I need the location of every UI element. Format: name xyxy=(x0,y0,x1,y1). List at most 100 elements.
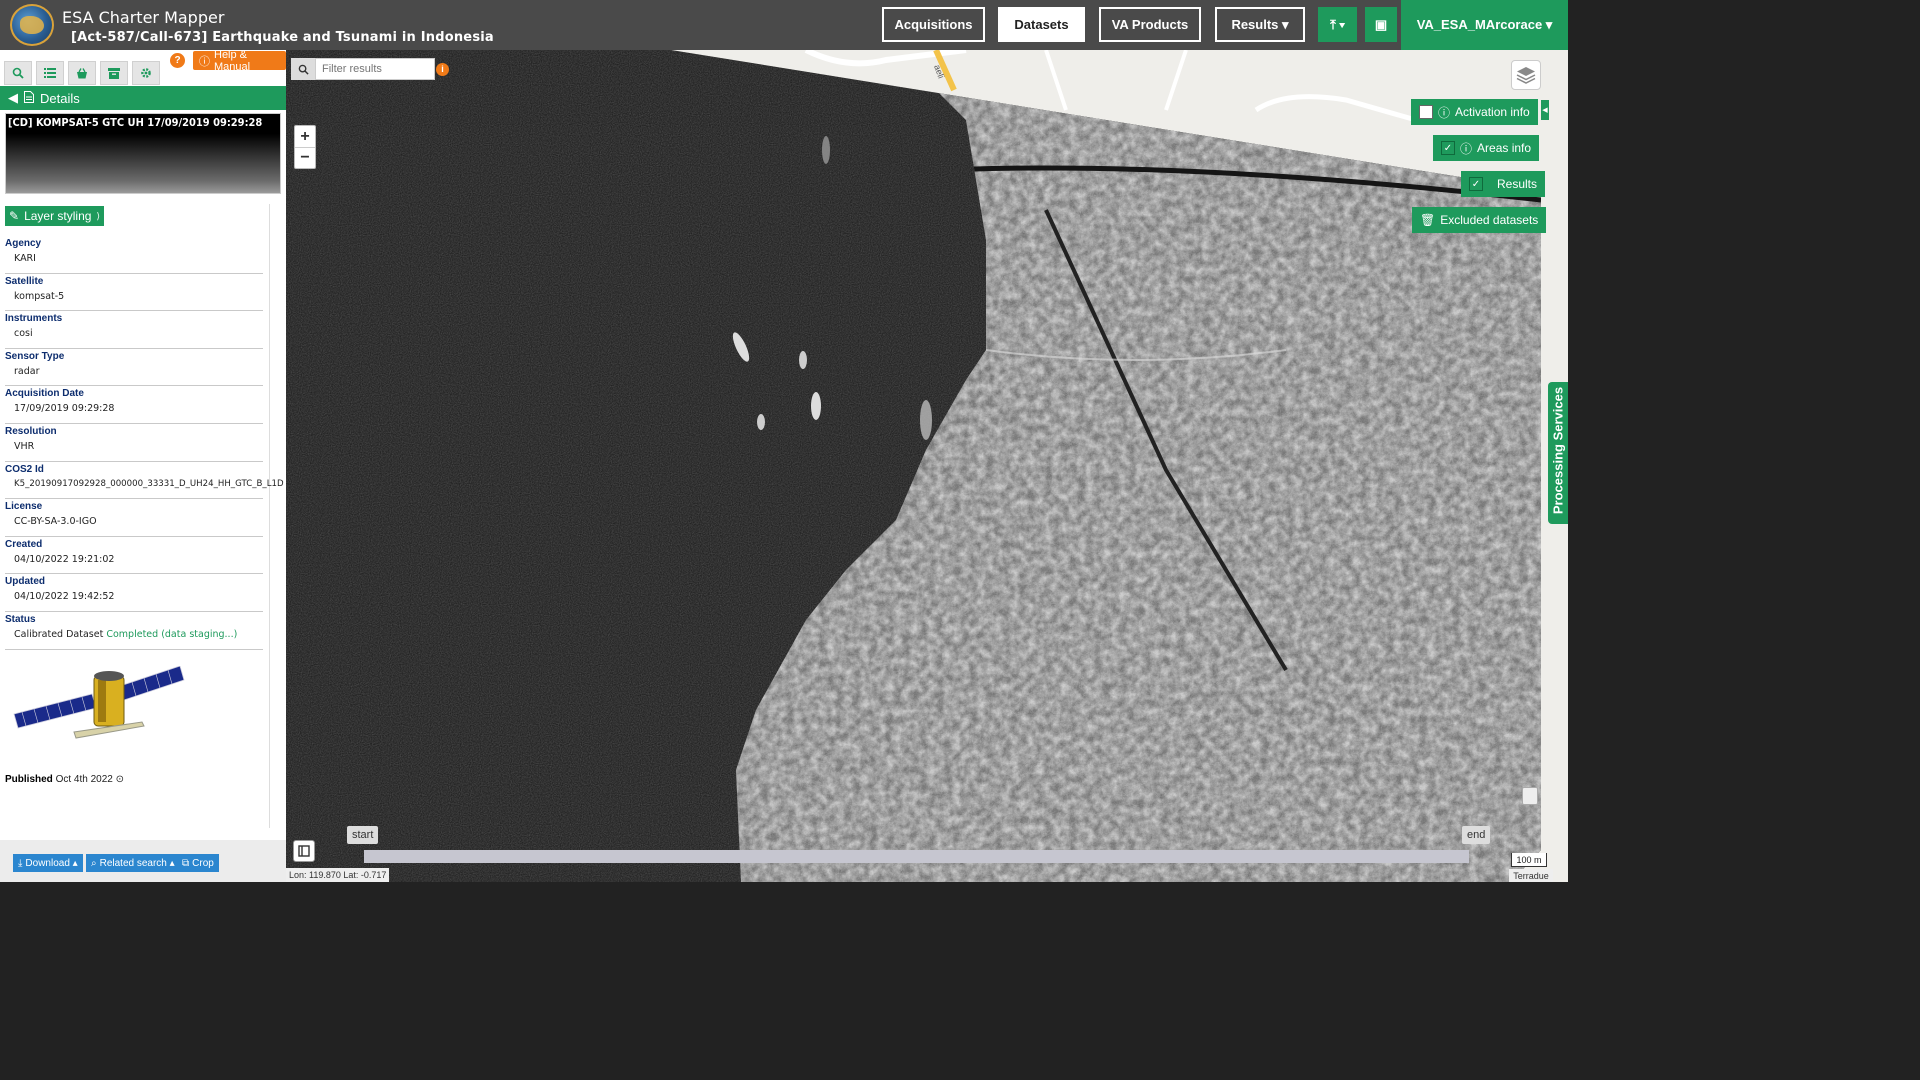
zoom-in-button[interactable]: + xyxy=(295,126,315,147)
layers-button[interactable] xyxy=(1511,60,1541,90)
details-header: ◀ Details xyxy=(0,86,286,110)
search-icon[interactable] xyxy=(4,61,32,85)
meta-acquisition-date: Acquisition Date 17/09/2019 09:29:28 xyxy=(5,386,263,424)
dataset-title: [CD] KOMPSAT-5 GTC UH 17/09/2019 09:29:2… xyxy=(8,116,263,129)
filter-bar: i xyxy=(291,58,449,80)
nav-acquisitions[interactable]: Acquisitions xyxy=(882,7,985,42)
info-icon: ⓘ xyxy=(199,55,210,68)
meta-label: Resolution xyxy=(5,425,57,437)
zoom-control: + − xyxy=(294,125,316,169)
activation-info-toggle[interactable]: ⓘ Activation info xyxy=(1411,99,1538,125)
download-icon: ⤓ xyxy=(18,857,23,869)
processing-services-label: Processing Services xyxy=(1550,386,1566,515)
details-title: Details xyxy=(40,90,80,106)
timeline-slider[interactable] xyxy=(364,850,1469,863)
results-checkbox[interactable]: ✓ xyxy=(1469,177,1483,191)
meta-value: 04/10/2022 19:42:52 xyxy=(14,591,115,603)
cursor-coordinates: Lon: 119.870 Lat: -0.717 xyxy=(286,868,390,882)
processing-services-tab[interactable]: Processing Services xyxy=(1548,382,1568,524)
layer-styling-button[interactable]: ✎ Layer styling ⟩ xyxy=(5,206,104,226)
brush-icon: ✎ xyxy=(9,209,20,223)
download-button[interactable]: ⤓ Download ▴ xyxy=(13,854,83,872)
meta-value: 17/09/2019 09:29:28 xyxy=(14,403,115,415)
meta-sensor-type: Sensor Type radar xyxy=(5,349,263,387)
nav-datasets[interactable]: Datasets xyxy=(998,7,1085,42)
meta-cos2-id: COS2 Id K5_20190917092928_000000_33331_D_… xyxy=(5,462,284,500)
meta-updated: Updated 04/10/2022 19:42:52 xyxy=(5,574,263,612)
results-label: Results xyxy=(1497,177,1538,191)
excluded-datasets-label: Excluded datasets xyxy=(1440,213,1539,227)
help-manual-button[interactable]: ⓘ Help & Manual xyxy=(193,48,286,73)
attribution[interactable]: Terradue xyxy=(1509,869,1553,882)
crop-icon: ⧉ xyxy=(182,857,190,869)
meta-value: CC-BY-SA-3.0-IGO xyxy=(14,516,97,528)
basket-icon[interactable] xyxy=(68,61,96,85)
meta-value: KARI xyxy=(14,253,36,264)
scale-bar: 100 m xyxy=(1511,853,1547,867)
meta-agency: Agency KARI xyxy=(5,236,263,274)
expand-panel-handle[interactable]: ◀ xyxy=(1541,100,1549,120)
question-icon[interactable]: ? xyxy=(170,53,185,68)
map-viewport[interactable]: aeli i + − ⓘ Activation info ◀ ✓ ⓘ Areas… xyxy=(286,50,1568,882)
meta-value: Calibrated Dataset Completed (data stagi… xyxy=(14,629,263,640)
areas-info-checkbox[interactable]: ✓ xyxy=(1441,141,1455,155)
layers-icon xyxy=(1516,67,1536,84)
info-icon[interactable]: i xyxy=(436,62,449,76)
archive-icon[interactable] xyxy=(100,61,128,85)
results-toggle[interactable]: ✓ Results xyxy=(1461,171,1546,197)
meta-label: Sensor Type xyxy=(5,350,65,362)
published-label: Published xyxy=(5,774,53,785)
meta-label: Status xyxy=(5,613,36,625)
sidebar-toolbar xyxy=(4,61,160,85)
activation-info-label: Activation info xyxy=(1455,105,1530,119)
published-date: Oct 4th 2022 ⊙ xyxy=(55,774,124,785)
info-icon: ⓘ xyxy=(1438,105,1451,120)
help-label: Help & Manual xyxy=(214,48,251,73)
crop-button[interactable]: ⧉ Crop xyxy=(177,854,219,872)
nav-results[interactable]: Results ▾ xyxy=(1215,7,1305,42)
sar-image-layer: aeli xyxy=(286,50,1568,882)
chevron-right-icon: ⟩ xyxy=(96,210,100,221)
charter-logo[interactable] xyxy=(10,4,54,46)
crop-label: Crop xyxy=(192,857,214,869)
trash-icon: 🗑 xyxy=(1420,213,1436,227)
sidebar-actions: ⤓ Download ▴ ⌕ Related search ▴ ⧉ Crop xyxy=(0,840,286,882)
timeline-start-label[interactable]: start xyxy=(347,826,379,844)
areas-info-label: Areas info xyxy=(1477,141,1532,155)
dataset-preview: [CD] KOMPSAT-5 GTC UH 17/09/2019 09:29:2… xyxy=(5,113,281,194)
meta-label: Instruments xyxy=(5,313,63,325)
download-label: Download ▴ xyxy=(25,857,78,869)
top-header: ESA Charter Mapper [Act-587/Call-673] Ea… xyxy=(0,0,1568,50)
activation-title: [Act-587/Call-673] Earthquake and Tsunam… xyxy=(71,30,494,45)
back-arrow-icon[interactable]: ◀ xyxy=(8,90,18,106)
meta-created: Created 04/10/2022 19:21:02 xyxy=(5,537,263,575)
meta-value: VHR xyxy=(14,440,35,452)
related-search-button[interactable]: ⌕ Related search ▴ xyxy=(86,854,180,872)
details-scroll-panel[interactable]: ✎ Layer styling ⟩ Agency KARI Satellite ko… xyxy=(4,204,284,828)
meta-value: 04/10/2022 19:21:02 xyxy=(14,553,115,565)
upload-button[interactable]: ⤒ ▾ xyxy=(1318,7,1357,42)
activation-info-checkbox[interactable] xyxy=(1419,105,1433,119)
timeline-end-label[interactable]: end xyxy=(1462,826,1491,844)
gear-icon[interactable] xyxy=(132,61,160,85)
nav-va-products[interactable]: VA Products xyxy=(1099,7,1201,42)
status-prefix: Calibrated Dataset xyxy=(14,628,104,640)
app-title: ESA Charter Mapper xyxy=(62,8,225,27)
meta-label: COS2 Id xyxy=(5,463,44,475)
areas-info-toggle[interactable]: ✓ ⓘ Areas info xyxy=(1433,135,1540,161)
legend-icon[interactable] xyxy=(1522,787,1538,805)
meta-value: radar xyxy=(14,365,40,377)
related-search-label: Related search ▴ xyxy=(99,857,175,869)
meta-value: kompsat-5 xyxy=(14,290,65,302)
zoom-out-button[interactable]: − xyxy=(295,147,315,168)
excluded-datasets-button[interactable]: 🗑 Excluded datasets xyxy=(1412,207,1547,233)
user-menu[interactable]: VA_ESA_MArcorace ▾ xyxy=(1401,0,1568,50)
meta-instruments: Instruments cosi xyxy=(5,311,263,349)
search-icon[interactable] xyxy=(291,58,315,80)
bookmark-icon[interactable] xyxy=(293,840,315,862)
filter-results-input[interactable] xyxy=(315,58,435,80)
list-icon[interactable] xyxy=(36,61,64,85)
meta-license: License CC-BY-SA-3.0-IGO xyxy=(5,499,263,537)
briefcase-button[interactable]: ▣ xyxy=(1365,7,1397,42)
left-sidebar: ? ⓘ Help & Manual ◀ Details [CD] KOMPSAT… xyxy=(0,48,286,882)
